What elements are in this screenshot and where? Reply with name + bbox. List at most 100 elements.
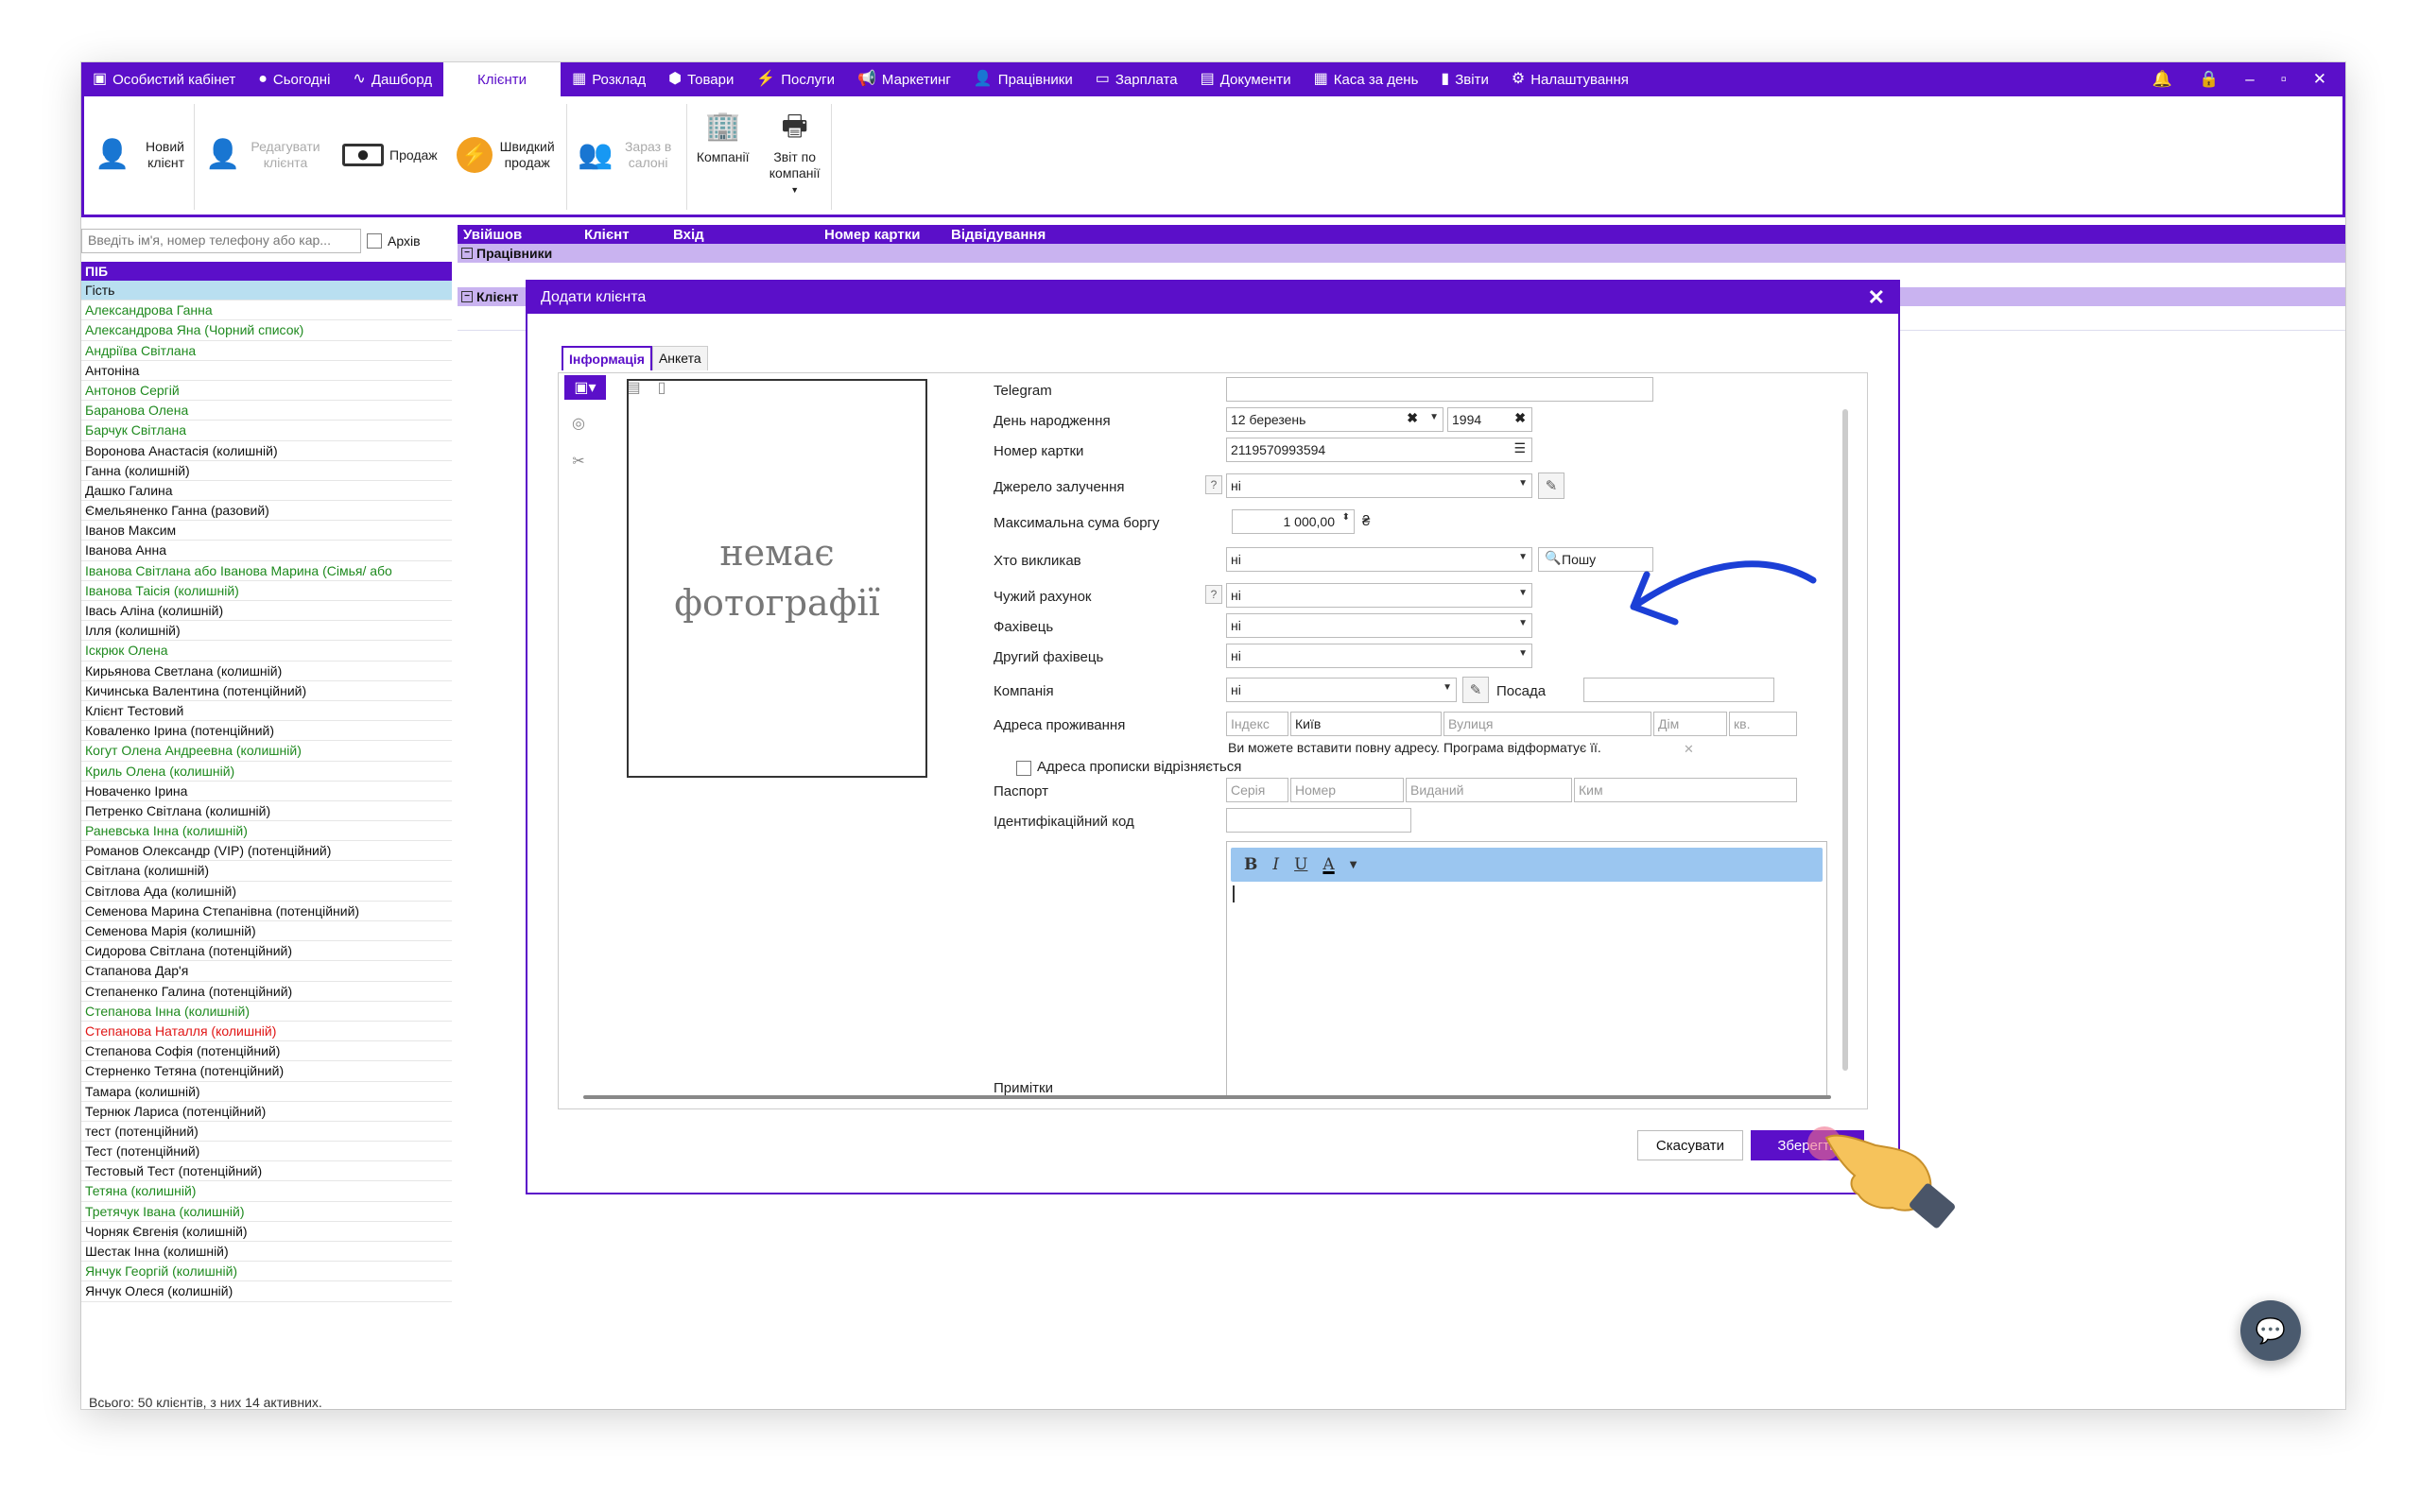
list-item[interactable]: Степанова Наталля (колишній) [81, 1022, 452, 1042]
sale-button[interactable]: ● Продаж [333, 108, 447, 202]
list-item[interactable]: Степанова Софія (потенційний) [81, 1041, 452, 1062]
menu-item-13[interactable]: ⚙ Налаштування [1500, 62, 1640, 96]
bell-icon[interactable]: 🔔 [2152, 70, 2172, 89]
col-client[interactable]: Клієнт [579, 227, 667, 243]
position-input[interactable] [1583, 678, 1774, 702]
chat-bubble-icon[interactable]: 💬 [2240, 1300, 2301, 1361]
menu-item-5[interactable]: ⬢ Товари [657, 62, 745, 96]
foreign-account-select[interactable]: ні ▼ [1226, 583, 1532, 608]
card-number-input[interactable]: 2119570993594 ☰ [1226, 438, 1532, 462]
new-client-button[interactable]: 👤 Новий клієнт [84, 108, 194, 202]
edit-client-button[interactable]: 👤 Редагувати клієнта [195, 108, 333, 202]
help-icon[interactable]: ? [1205, 585, 1222, 604]
list-item[interactable]: Янчук Олеся (колишній) [81, 1281, 452, 1302]
col-visits[interactable]: Відвідування [945, 227, 1046, 243]
passport-issued-input[interactable]: Виданий [1406, 778, 1572, 802]
list-item[interactable]: Чорняк Євгенія (колишній) [81, 1222, 452, 1242]
menu-item-12[interactable]: ▮ Звіти [1429, 62, 1499, 96]
col-card-number[interactable]: Номер картки [819, 227, 945, 243]
menu-item-11[interactable]: ▦ Каса за день [1303, 62, 1430, 96]
list-item[interactable]: Семенова Марія (колишній) [81, 921, 452, 942]
edit-pencil-icon[interactable]: ✎ [1538, 472, 1564, 499]
close-icon[interactable]: ✕ [1684, 742, 1694, 757]
crop-icon[interactable]: ✂ [564, 449, 593, 473]
telegram-input[interactable] [1226, 377, 1653, 402]
specialist-select[interactable]: ні ▼ [1226, 613, 1532, 638]
chevron-down-icon[interactable]: ▼ [1350, 860, 1357, 870]
list-item[interactable]: Іванова Таісія (колишній) [81, 581, 452, 601]
list-item[interactable]: тест (потенційний) [81, 1122, 452, 1143]
passport-by-whom-input[interactable]: Ким [1574, 778, 1797, 802]
list-item[interactable]: Тестовый Тест (потенційний) [81, 1161, 452, 1182]
underline-icon[interactable]: U [1294, 855, 1307, 874]
close-icon[interactable]: ✕ [2313, 70, 2326, 89]
italic-icon[interactable]: I [1272, 855, 1279, 874]
list-item[interactable]: Івась Аліна (колишній) [81, 601, 452, 622]
archive-checkbox[interactable] [367, 233, 382, 249]
dialog-close-icon[interactable]: ✕ [1868, 285, 1885, 310]
list-item[interactable]: Раневська Інна (колишній) [81, 821, 452, 842]
vertical-scrollbar[interactable] [1842, 409, 1848, 1071]
list-item[interactable]: Клієнт Тестовий [81, 701, 452, 722]
list-item[interactable]: Барчук Світлана [81, 421, 452, 441]
companies-button[interactable]: 🏢 Компанії [687, 108, 759, 202]
list-item[interactable]: Семенова Марина Степанівна (потенційний) [81, 902, 452, 921]
max-debt-input[interactable]: 1 000,00 ⬍ [1232, 509, 1355, 534]
list-item[interactable]: Степанова Інна (колишній) [81, 1002, 452, 1022]
col-entry[interactable]: Вхід [667, 227, 819, 243]
who-called-select[interactable]: ні ▼ [1226, 547, 1532, 572]
list-item[interactable]: Ємельяненко Ганна (разовий) [81, 501, 452, 522]
list-item[interactable]: Антоніна [81, 361, 452, 381]
help-icon[interactable]: ? [1205, 475, 1222, 494]
list-item[interactable]: Криль Олена (колишній) [81, 762, 452, 782]
city-input[interactable]: Київ [1290, 712, 1442, 736]
list-item[interactable]: Коваленко Ірина (потенційний) [81, 721, 452, 742]
second-specialist-select[interactable]: ні ▼ [1226, 644, 1532, 668]
source-select[interactable]: ні ▼ [1226, 473, 1532, 498]
tab-info[interactable]: Інформація [562, 346, 652, 370]
quick-sale-button[interactable]: ⚡ Швидкий продаж [447, 108, 566, 202]
notes-editor[interactable]: B I U A ▼ [1226, 841, 1827, 1098]
clear-icon[interactable]: ✖ [1407, 410, 1418, 426]
horizontal-scrollbar[interactable] [583, 1095, 1831, 1099]
list-item[interactable]: Ганна (колишній) [81, 461, 452, 481]
street-input[interactable]: Вулиця [1443, 712, 1651, 736]
group-row-workers[interactable]: − Працівники [458, 244, 2345, 263]
list-item[interactable]: Іванова Анна [81, 541, 452, 561]
list-item[interactable]: Шестак Інна (колишній) [81, 1242, 452, 1263]
menu-item-9[interactable]: ▭ Зарплата [1084, 62, 1189, 96]
passport-number-input[interactable]: Номер [1290, 778, 1404, 802]
webcam-icon[interactable]: ◎ [564, 411, 593, 436]
id-code-input[interactable] [1226, 808, 1411, 833]
company-report-button[interactable]: 🖶 Звіт по компанії ▼ [759, 108, 831, 202]
company-select[interactable]: ні ▼ [1226, 678, 1457, 702]
minimize-icon[interactable]: – [2245, 70, 2254, 89]
list-item[interactable]: Янчук Георгій (колишній) [81, 1262, 452, 1282]
list-item[interactable]: Когут Олена Андреевна (колишній) [81, 741, 452, 762]
font-color-icon[interactable]: A [1322, 855, 1334, 874]
list-item[interactable]: Тернюк Лариса (потенційний) [81, 1102, 452, 1122]
menu-item-10[interactable]: ▤ Документи [1189, 62, 1303, 96]
list-item[interactable]: Світлана (колишній) [81, 861, 452, 882]
list-item[interactable]: Ілля (колишній) [81, 621, 452, 642]
list-item[interactable]: Романов Олександр (VIP) (потенційний) [81, 841, 452, 862]
birthday-year-input[interactable]: 1994 ✖ [1447, 407, 1532, 432]
passport-series-input[interactable]: Серія [1226, 778, 1288, 802]
lock-icon[interactable]: 🔒 [2199, 70, 2219, 89]
clear-icon[interactable]: ✖ [1514, 410, 1526, 426]
list-item[interactable]: Іскрюк Олена [81, 641, 452, 662]
client-search-input[interactable]: Введіть ім'я, номер телефону або кар... [81, 229, 361, 253]
list-item[interactable]: Третячук Івана (колишній) [81, 1202, 452, 1222]
menu-item-3[interactable]: Клієнти [443, 62, 562, 96]
index-input[interactable]: Індекс [1226, 712, 1288, 736]
list-item[interactable]: Дашко Галина [81, 481, 452, 502]
menu-item-2[interactable]: ∿ Дашборд [341, 62, 443, 96]
list-item[interactable]: Петренко Світлана (колишній) [81, 801, 452, 822]
list-item[interactable]: Антонов Сергій [81, 381, 452, 402]
menu-item-4[interactable]: ▦ Розклад [561, 62, 657, 96]
list-item[interactable]: Степаненко Галина (потенційний) [81, 982, 452, 1002]
menu-item-8[interactable]: 👤 Працівники [962, 62, 1084, 96]
list-item[interactable]: Новаченко Ірина [81, 782, 452, 801]
photo-placeholder[interactable]: немає фотографії [627, 379, 927, 778]
list-item[interactable]: Іванова Світлана або Іванова Марина (Сім… [81, 561, 452, 581]
